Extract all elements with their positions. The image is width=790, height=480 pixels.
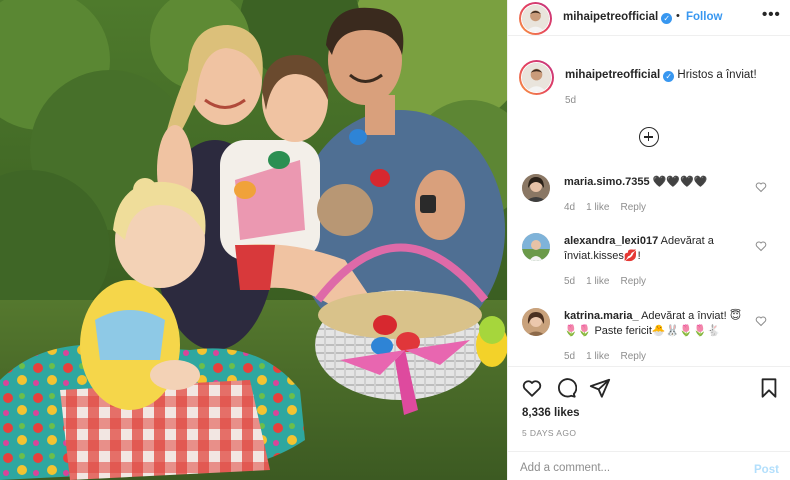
commenter-avatar[interactable]: [522, 308, 550, 336]
commenter-avatar[interactable]: [522, 174, 550, 202]
caption-body: Hristos a înviat!: [677, 69, 757, 81]
comment-icon[interactable]: [555, 377, 577, 399]
person-avatar-icon: [522, 233, 550, 261]
comment-text: katrina.maria_ Adevărat a înviat! 😇🌷🌷 Pa…: [564, 309, 749, 339]
share-icon[interactable]: [589, 377, 611, 399]
comment-meta: 5d 1 like Reply: [564, 351, 657, 362]
comment-input[interactable]: [520, 458, 730, 478]
load-more-comments-icon[interactable]: [639, 127, 659, 147]
person-avatar-icon: [522, 308, 550, 336]
comment-like-heart-icon[interactable]: [755, 315, 767, 327]
caption-text: mihaipetreofficial ✓ Hristos a înviat!: [565, 69, 757, 82]
likes-count[interactable]: 8,336 likes: [522, 407, 580, 419]
instagram-post-modal: mihaipetreofficial ✓ • Follow ••• mihaip…: [0, 0, 790, 480]
comment-likes[interactable]: 1 like: [586, 276, 609, 287]
comment-like-heart-icon[interactable]: [755, 240, 767, 252]
commenter-avatar[interactable]: [522, 233, 550, 261]
add-comment-bar: Post: [508, 451, 790, 480]
comment-text: alexandra_lexi017 Adevărat a înviat.kiss…: [564, 234, 749, 264]
post-photo[interactable]: [0, 0, 507, 480]
caption-avatar[interactable]: [519, 60, 554, 95]
reply-button[interactable]: Reply: [620, 276, 646, 287]
post-header: mihaipetreofficial ✓ • Follow •••: [508, 0, 790, 36]
comment-username[interactable]: maria.simo.7355: [564, 176, 650, 188]
verified-badge-icon: ✓: [663, 71, 675, 82]
comment-body: 🖤🖤🖤🖤: [652, 176, 708, 188]
author-username[interactable]: mihaipetreofficial ✓: [563, 11, 673, 24]
comment-username[interactable]: alexandra_lexi017: [564, 235, 658, 247]
post-comment-button[interactable]: Post: [754, 464, 779, 476]
comment-time[interactable]: 4d: [564, 202, 575, 213]
person-avatar-icon: [522, 174, 550, 202]
author-avatar[interactable]: [519, 2, 552, 35]
comment-meta: 4d 1 like Reply: [564, 202, 657, 213]
author-username-text[interactable]: mihaipetreofficial: [563, 11, 658, 23]
comment-text: maria.simo.7355 🖤🖤🖤🖤: [564, 175, 749, 190]
post-side-panel: mihaipetreofficial ✓ • Follow ••• mihaip…: [507, 0, 790, 480]
person-avatar-icon: [522, 5, 549, 32]
bookmark-icon[interactable]: [758, 377, 780, 399]
follow-button[interactable]: Follow: [686, 11, 722, 23]
comment-time[interactable]: 5d: [564, 276, 575, 287]
caption-username[interactable]: mihaipetreofficial: [565, 69, 660, 81]
comment-like-heart-icon[interactable]: [755, 181, 767, 193]
post-actions: 8,336 likes 5 DAYS AGO: [508, 366, 790, 446]
comment-likes[interactable]: 1 like: [586, 351, 609, 362]
comment-meta: 5d 1 like Reply: [564, 276, 657, 287]
caption-timestamp[interactable]: 5d: [565, 95, 576, 106]
post-date[interactable]: 5 DAYS AGO: [522, 428, 576, 438]
reply-button[interactable]: Reply: [620, 202, 646, 213]
comment-username[interactable]: katrina.maria_: [564, 310, 639, 322]
separator-dot: •: [676, 10, 680, 22]
more-options-icon[interactable]: •••: [762, 6, 781, 23]
person-avatar-icon: [522, 63, 551, 92]
heart-icon[interactable]: [521, 377, 543, 399]
comment-time[interactable]: 5d: [564, 351, 575, 362]
family-easter-photo: [0, 0, 507, 480]
reply-button[interactable]: Reply: [620, 351, 646, 362]
verified-badge-icon: ✓: [661, 13, 673, 24]
comment-likes[interactable]: 1 like: [586, 202, 609, 213]
